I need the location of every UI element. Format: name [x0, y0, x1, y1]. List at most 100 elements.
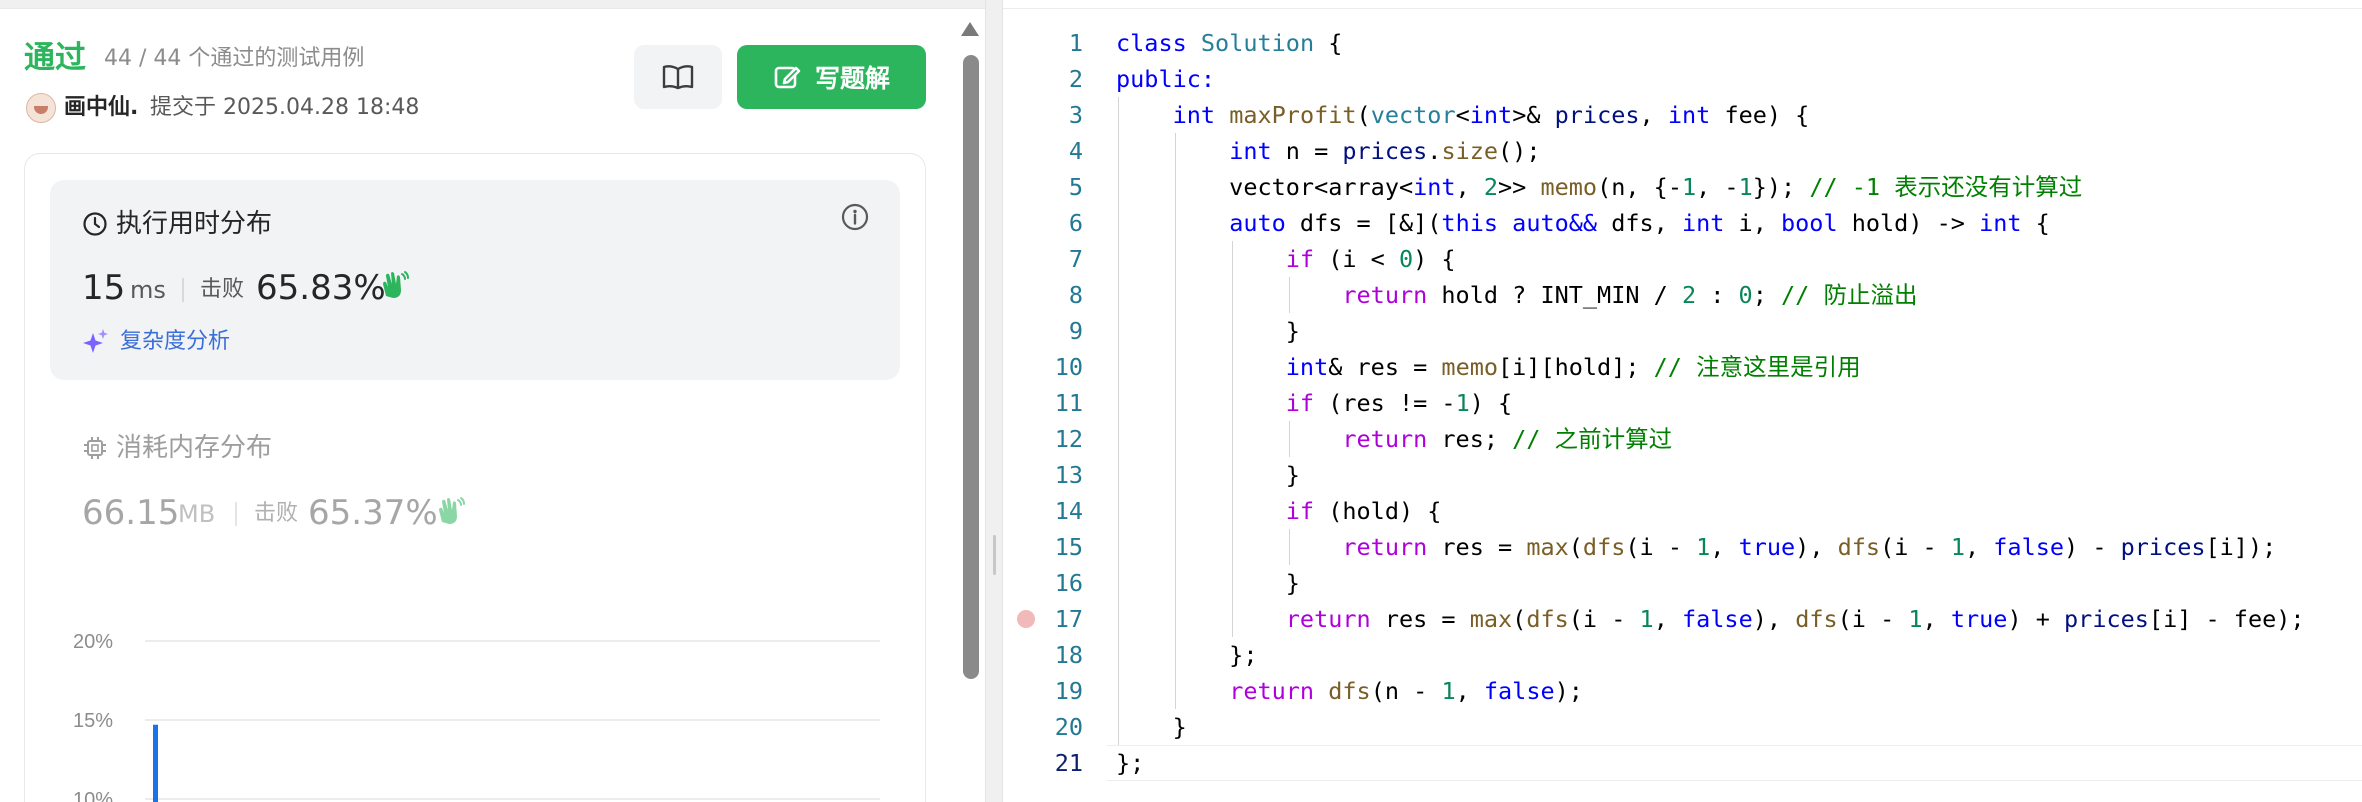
code-token: (i < [1314, 245, 1399, 273]
code-line[interactable]: 14 if (hold) { [1003, 493, 2362, 529]
indent-guide [1289, 529, 1290, 565]
code-token: res = [1370, 605, 1470, 633]
code-token: max [1469, 605, 1513, 633]
code-token: 2 [1483, 173, 1499, 201]
code-token: vector [1370, 101, 1456, 129]
panel-top-border [0, 0, 985, 9]
code-line[interactable]: 17 return res = max(dfs(i - 1, false), d… [1003, 601, 2362, 637]
indent-guide [1175, 385, 1176, 421]
code-token: dfs [1582, 533, 1626, 561]
clap-icon [439, 497, 465, 524]
code-token: i, [1724, 209, 1781, 237]
code-token: auto [1229, 209, 1286, 237]
complexity-analysis-link[interactable]: 复杂度分析 [82, 326, 230, 358]
code-token: ( [1356, 101, 1371, 129]
code-line[interactable]: 2 public: [1003, 61, 2362, 97]
code-token: prices [1342, 137, 1428, 165]
code-line[interactable]: 18 }; [1003, 637, 2362, 673]
code-line[interactable]: 4 int n = prices.size(); [1003, 133, 2362, 169]
line-number: 16 [1054, 569, 1083, 597]
runtime-section[interactable]: 执行用时分布 15 ms 击败 65.83% 复杂度分析 [50, 180, 900, 380]
memory-beats-label: 击败 [254, 501, 299, 526]
code-line[interactable]: 16 } [1003, 565, 2362, 601]
code-line[interactable]: 9 } [1003, 313, 2362, 349]
code-token: public: [1116, 65, 1216, 93]
indent-guide [1118, 529, 1119, 565]
code-line[interactable]: 8 return hold ? INT_MIN / 2 : 0; // 防止溢出 [1003, 277, 2362, 313]
line-number: 1 [1068, 29, 1083, 57]
code-token: return [1285, 605, 1371, 633]
code-line[interactable]: 15 return res = max(dfs(i - 1, true), df… [1003, 529, 2362, 565]
code-token: maxProfit [1229, 101, 1357, 129]
code-line[interactable]: 1 class Solution { [1003, 25, 2362, 61]
submission-status: 通过 [24, 40, 86, 76]
scrollbar-thumb[interactable] [963, 55, 979, 679]
code-token: if [1285, 497, 1315, 525]
code-token: max [1526, 533, 1569, 561]
line-number: 7 [1068, 245, 1083, 273]
code-token: . [1427, 137, 1442, 165]
y-tick-label: 10% [73, 789, 113, 802]
code-token: // 之前计算过 [1512, 425, 1673, 453]
info-icon[interactable] [840, 202, 870, 232]
code-token: ; [1752, 281, 1781, 309]
indent-guide [1118, 241, 1119, 277]
user-name[interactable]: 画中仙. [64, 92, 138, 124]
code-text: return res; // 之前计算过 [1116, 421, 1672, 457]
indent-guide [1175, 277, 1176, 313]
panel-splitter[interactable] [985, 0, 1003, 802]
indent-guide [1118, 637, 1119, 673]
code-line[interactable]: 11 if (res != -1) { [1003, 385, 2362, 421]
indent-guide [1175, 349, 1176, 385]
line-number: 4 [1068, 137, 1083, 165]
indent-guide [1232, 493, 1233, 529]
distribution-chart[interactable]: 20% 15% 10% [60, 620, 900, 802]
avatar[interactable] [26, 93, 56, 123]
code-token: (hold) { [1314, 497, 1442, 525]
code-line[interactable]: 13 } [1003, 457, 2362, 493]
code-token: // -1 表示还没有计算过 [1809, 173, 2083, 201]
code-line[interactable]: 20 } [1003, 709, 2362, 745]
code-token: , [1653, 605, 1682, 633]
code-token: , [1922, 605, 1951, 633]
code-token: 1 [1455, 389, 1470, 417]
code-token: (res != - [1314, 389, 1456, 417]
indent-guide [1118, 565, 1119, 601]
splitter-handle[interactable] [993, 535, 996, 575]
code-token: ( [1568, 533, 1583, 561]
distribution-bar[interactable] [153, 724, 158, 802]
code-editor[interactable]: 1 class Solution {2 public: 3 int maxProfit… [1003, 0, 2362, 802]
code-line[interactable]: 19 return dfs(n - 1, false); [1003, 673, 2362, 709]
write-solution-button[interactable]: 写题解 [737, 45, 926, 109]
code-line[interactable]: 21}; [1003, 745, 2362, 781]
code-line[interactable]: 5 vector<array<int, 2>> memo(n, {-1, -1}… [1003, 169, 2362, 205]
code-token: class [1116, 29, 1187, 57]
line-number: 14 [1054, 497, 1083, 525]
code-token: false [1483, 677, 1555, 705]
code-line[interactable]: 7 if (i < 0) { [1003, 241, 2362, 277]
scroll-up-arrow[interactable] [961, 22, 979, 36]
code-token: ( [1512, 605, 1527, 633]
code-line[interactable]: 3 int maxProfit(vector<int>& prices, int… [1003, 97, 2362, 133]
code-token: ) { [1469, 389, 1513, 417]
code-line[interactable]: 6 auto dfs = [&](this auto&& dfs, int i,… [1003, 205, 2362, 241]
code-token: true [1950, 605, 2008, 633]
code-line[interactable]: 12 return res; // 之前计算过 [1003, 421, 2362, 457]
memory-title[interactable]: 消耗内存分布 [82, 430, 272, 466]
code-token: [i] - fee); [2148, 605, 2305, 633]
write-solution-label: 写题解 [814, 64, 890, 93]
memory-title-text: 消耗内存分布 [116, 433, 273, 463]
indent-guide [1118, 277, 1119, 313]
code-token: hold ? INT_MIN / [1427, 281, 1682, 309]
code-text: } [1116, 457, 1300, 493]
code-line[interactable]: 10 int& res = memo[i][hold]; // 注意这里是引用 [1003, 349, 2362, 385]
view-solutions-button[interactable] [634, 45, 722, 109]
code-text: public: [1116, 61, 1215, 97]
